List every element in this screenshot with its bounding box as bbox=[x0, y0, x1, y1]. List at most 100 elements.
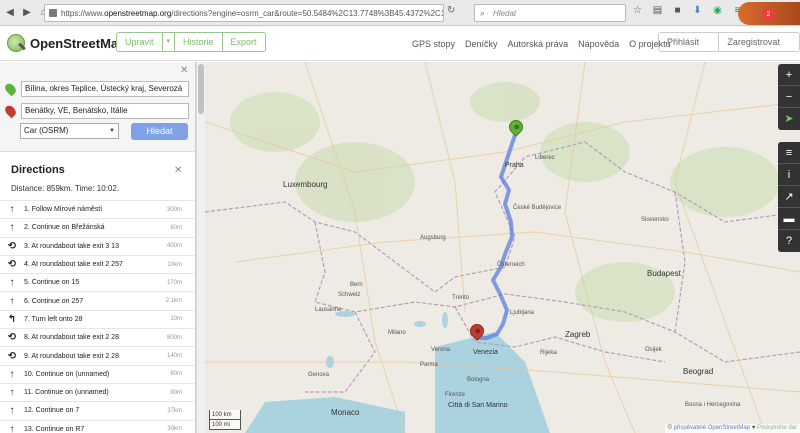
query-icon[interactable]: ? bbox=[778, 230, 800, 252]
export-button[interactable]: Export bbox=[222, 33, 265, 51]
url-prefix: https://www. bbox=[61, 8, 105, 18]
direction-step[interactable]: ↑ 11. Continue on (unnamed) 90m bbox=[0, 382, 195, 401]
direction-step-distance: 37km bbox=[167, 407, 182, 414]
map-key-icon[interactable]: i bbox=[778, 164, 800, 186]
history-button[interactable]: Historie bbox=[175, 33, 223, 51]
direction-step-distance: 400m bbox=[166, 243, 182, 250]
direction-step-distance: 80m bbox=[170, 371, 182, 378]
bookmarks-icon[interactable]: ■ bbox=[672, 5, 683, 16]
direction-step-distance: 2.1km bbox=[165, 298, 182, 305]
direction-arrow-icon: ↑ bbox=[9, 368, 15, 380]
site-logo[interactable]: OpenStreetMap bbox=[7, 34, 126, 52]
note-icon[interactable]: ▬ bbox=[778, 208, 800, 230]
close-directions-icon[interactable]: ✕ bbox=[174, 165, 182, 176]
zoom-controls: + − ➤ bbox=[778, 64, 800, 130]
nav-link-gps-traces[interactable]: GPS stopy bbox=[412, 39, 455, 49]
direction-step-text: 13. Continue on R7 bbox=[24, 425, 85, 433]
map-place-label: Liberec bbox=[535, 155, 555, 161]
register-button[interactable]: Zaregistrovat se bbox=[719, 33, 799, 51]
direction-step[interactable]: ⟲ 8. At roundabout take exit 2 28 800m bbox=[0, 328, 195, 346]
search-route-button[interactable]: Hledat bbox=[131, 123, 188, 140]
direction-step-text: 11. Continue on (unnamed) bbox=[24, 389, 109, 397]
map-place-label: Firenze bbox=[445, 392, 466, 398]
direction-step[interactable]: ⟲ 4. At roundabout take exit 2 257 10km bbox=[0, 254, 195, 273]
sidebar-scrollbar[interactable] bbox=[196, 62, 205, 433]
edit-button-group: Upravit ▾ Historie Export bbox=[116, 32, 266, 52]
direction-arrow-icon: ↰ bbox=[7, 313, 17, 325]
direction-step[interactable]: ↑ 2. Continue on Břežánská 60m bbox=[0, 218, 195, 236]
map-place-label: Bern bbox=[350, 282, 363, 288]
direction-step[interactable]: ↑ 12. Continue on 7 37km bbox=[0, 401, 195, 419]
browser-search-input[interactable]: ⌕ Hledat bbox=[474, 4, 626, 22]
donate-link[interactable]: Poskytněte dar bbox=[757, 425, 797, 431]
map-place-label: Luxembourg bbox=[283, 180, 328, 189]
to-input[interactable]: Benátky, VE, Benátsko, Itálie bbox=[21, 103, 189, 119]
direction-step[interactable]: ↑ 6. Continue on 257 2.1km bbox=[0, 291, 195, 309]
map-side-controls: ≡ i ↗ ▬ ? bbox=[778, 142, 800, 252]
map-place-label: Slovensko bbox=[641, 217, 669, 223]
nav-link-copyright[interactable]: Autorská práva bbox=[508, 39, 569, 49]
zoom-out-button[interactable]: − bbox=[778, 86, 800, 108]
direction-arrow-icon: ↑ bbox=[9, 277, 15, 289]
reading-list-icon[interactable]: ▤ bbox=[652, 5, 663, 16]
browser-menu-button[interactable]: 2 bbox=[738, 2, 800, 25]
back-arrow-icon[interactable]: ◀ bbox=[3, 6, 17, 20]
direction-arrow-icon: ↑ bbox=[9, 222, 15, 234]
from-row: Bílina, okres Teplice, Ústecký kraj, Sev… bbox=[3, 81, 189, 97]
forward-arrow-icon[interactable]: ▶ bbox=[20, 6, 34, 20]
map-place-label: Praha bbox=[505, 162, 524, 169]
map-place-label: Genova bbox=[308, 372, 330, 378]
direction-step[interactable]: ⟲ 3. At roundabout take exit 3 13 400m bbox=[0, 236, 195, 255]
browser-toolbar-icons: ☆ ▤ ■ ⬇ ◉ ≡ bbox=[632, 5, 743, 16]
map-view[interactable]: Luxembourg Praha Liberec České Budějovice Bu… bbox=[205, 62, 800, 433]
site-title: OpenStreetMap bbox=[30, 35, 127, 51]
direction-step-distance: 10km bbox=[167, 261, 182, 268]
from-input[interactable]: Bílina, okres Teplice, Ústecký kraj, Sev… bbox=[21, 81, 189, 97]
scale-bar: 100 km 100 mi bbox=[209, 410, 241, 430]
nav-link-diaries[interactable]: Deníčky bbox=[465, 39, 498, 49]
login-button[interactable]: Přihlásit se bbox=[659, 33, 720, 51]
direction-step[interactable]: ↰ 7. Turn left onto 28 10m bbox=[0, 309, 195, 328]
attribution-link[interactable]: přispěvatelé OpenStreetMap bbox=[674, 425, 750, 431]
map-place-label: Ljubljana bbox=[510, 310, 535, 316]
lakes bbox=[326, 311, 448, 368]
map-place-label: Lausanne bbox=[315, 307, 342, 313]
direction-step[interactable]: ↑ 10. Continue on (unnamed) 80m bbox=[0, 364, 195, 383]
extension-icon[interactable]: ◉ bbox=[712, 5, 723, 16]
zoom-in-button[interactable]: + bbox=[778, 64, 800, 86]
star-icon[interactable]: ☆ bbox=[632, 5, 643, 16]
end-marker-icon bbox=[3, 103, 18, 119]
scrollbar-thumb[interactable] bbox=[198, 64, 204, 114]
chevron-down-icon: ▼ bbox=[109, 128, 115, 134]
edit-button[interactable]: Upravit bbox=[117, 33, 163, 51]
direction-step-distance: 170m bbox=[166, 279, 182, 286]
map-place-label: Rijeka bbox=[540, 350, 557, 356]
share-icon[interactable]: ↗ bbox=[778, 186, 800, 208]
directions-steps: ↑ 1. Follow Mírové náměstí 300m ↑ 2. Continu… bbox=[0, 200, 195, 433]
edit-dropdown-icon[interactable]: ▾ bbox=[162, 33, 176, 51]
osm-logo-icon bbox=[7, 34, 25, 52]
nav-link-help[interactable]: Nápověda bbox=[578, 39, 619, 49]
route-form: ✕ Bílina, okres Teplice, Ústecký kraj, S… bbox=[0, 62, 195, 152]
direction-step[interactable]: ↑ 5. Continue on 15 170m bbox=[0, 273, 195, 291]
map-place-label: Trento bbox=[452, 295, 470, 301]
direction-arrow-icon: ↑ bbox=[9, 295, 15, 307]
direction-step[interactable]: ↑ 1. Follow Mírové náměstí 300m bbox=[0, 200, 195, 218]
direction-step[interactable]: ⟲ 9. At roundabout take exit 2 28 140m bbox=[0, 346, 195, 364]
direction-step-text: 10. Continue on (unnamed) bbox=[24, 370, 110, 378]
url-buttons: ↻ bbox=[447, 5, 455, 16]
routing-engine-select[interactable]: Car (OSRM) ▼ bbox=[20, 123, 119, 139]
reload-icon[interactable]: ↻ bbox=[447, 5, 455, 16]
direction-step[interactable]: ↑ 13. Continue on R7 30km bbox=[0, 419, 195, 433]
download-icon[interactable]: ⬇ bbox=[692, 5, 703, 16]
direction-step-distance: 140m bbox=[166, 353, 182, 360]
locate-icon[interactable]: ➤ bbox=[778, 108, 800, 130]
close-route-form-icon[interactable]: ✕ bbox=[180, 65, 188, 76]
direction-arrow-icon: ⟲ bbox=[7, 350, 17, 362]
map-place-label: Città di San Marino bbox=[448, 402, 508, 409]
direction-step-text: 4. At roundabout take exit 2 257 bbox=[24, 261, 123, 269]
direction-step-text: 1. Follow Mírové náměstí bbox=[24, 206, 103, 214]
ligurian-sea bbox=[245, 397, 405, 433]
layers-icon[interactable]: ≡ bbox=[778, 142, 800, 164]
address-bar[interactable]: https://www. openstreetmap.org/directions… bbox=[44, 4, 444, 22]
